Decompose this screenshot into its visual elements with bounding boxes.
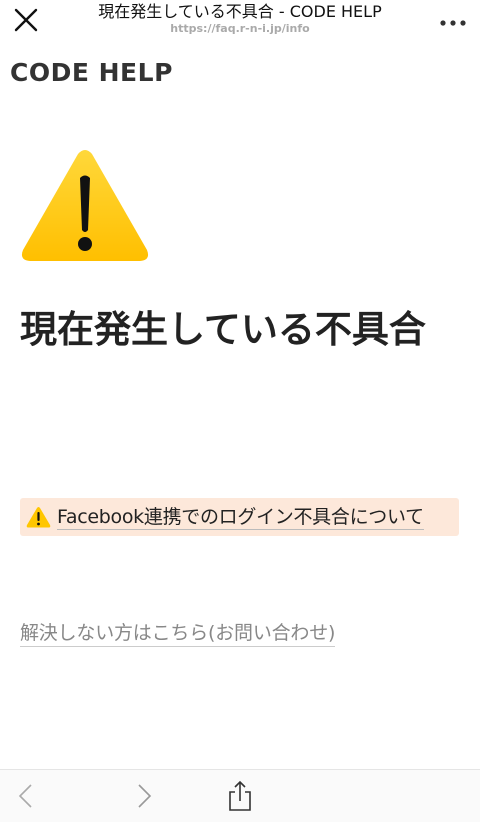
warning-icon: [26, 507, 51, 528]
browser-top-bar: 現在発生している不具合 - CODE HELP https://faq.r-n-…: [0, 0, 480, 42]
browser-bottom-toolbar: [0, 769, 480, 822]
page-title: 現在発生している不具合: [20, 308, 426, 351]
chevron-left-icon[interactable]: [14, 782, 38, 810]
browser-url[interactable]: https://faq.r-n-i.jp/info: [60, 22, 420, 36]
notice-label: Facebook連携でのログイン不具合について: [57, 505, 424, 530]
warning-icon: [21, 150, 149, 261]
contact-link[interactable]: 解決しない方はこちら(お問い合わせ): [20, 620, 335, 647]
close-icon[interactable]: [10, 4, 42, 36]
notice-link-facebook-login[interactable]: Facebook連携でのログイン不具合について: [20, 498, 459, 536]
share-icon[interactable]: [226, 780, 254, 812]
site-logo[interactable]: CODE HELP: [10, 58, 173, 87]
title-area: 現在発生している不具合 - CODE HELP https://faq.r-n-…: [60, 2, 420, 36]
browser-page-title: 現在発生している不具合 - CODE HELP: [98, 2, 382, 21]
chevron-right-icon[interactable]: [132, 782, 156, 810]
more-options-icon[interactable]: [438, 6, 468, 32]
